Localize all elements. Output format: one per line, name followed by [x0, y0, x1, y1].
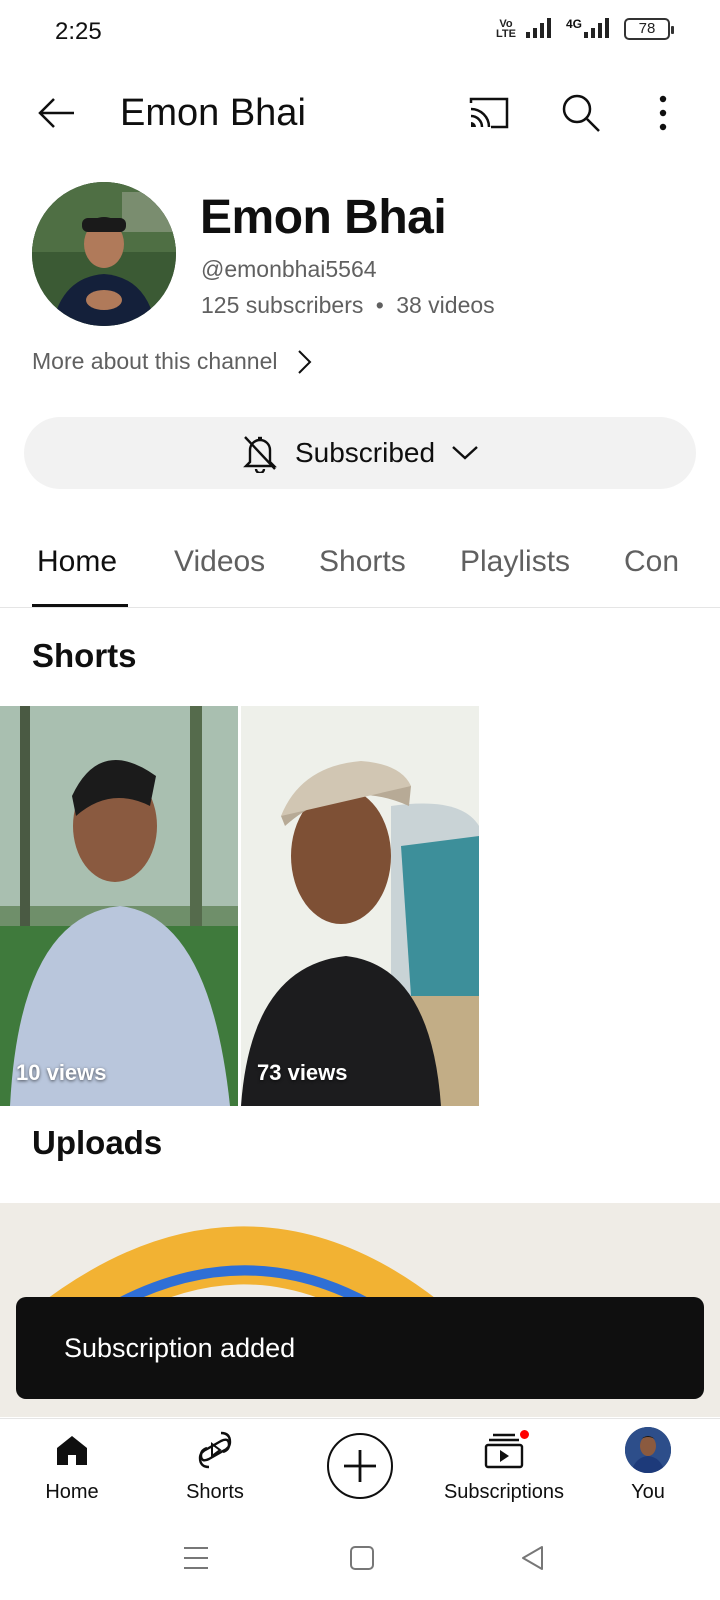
signal-4g-icon [584, 18, 609, 38]
cast-button[interactable] [466, 90, 512, 136]
short-thumbnail-2[interactable]: 73 views [241, 706, 479, 1106]
network-type-label: 4G [565, 17, 582, 31]
channel-tabs: Home Videos Shorts Playlists Con [0, 515, 720, 608]
nav-home[interactable]: Home [2, 1427, 142, 1504]
shorts-section-title: Shorts [32, 637, 137, 674]
video-count: 38 videos [396, 292, 495, 318]
subscribed-label: Subscribed [294, 437, 436, 468]
bell-off-icon [243, 436, 277, 473]
nav-home-label: Home [45, 1481, 99, 1503]
more-options-button[interactable] [640, 90, 686, 136]
snackbar-toast: Subscription added [16, 1297, 704, 1399]
more-vert-icon [659, 95, 667, 131]
bottom-navigation: Home Shorts Subscriptions You [0, 1418, 720, 1518]
nav-subscriptions-label: Subscriptions [443, 1481, 565, 1503]
nav-you-label: You [631, 1481, 665, 1503]
uploads-section-title: Uploads [32, 1124, 163, 1161]
search-icon [562, 94, 600, 132]
back-arrow-icon [38, 98, 74, 128]
channel-name: Emon Bhai [200, 191, 447, 244]
home-system-button[interactable] [342, 1538, 382, 1578]
nav-you[interactable]: You [578, 1427, 718, 1504]
triangle-back-icon [522, 1546, 543, 1570]
nav-subscriptions[interactable]: Subscriptions [434, 1427, 574, 1504]
shorts-icon [198, 1431, 232, 1469]
short-views-2: 73 views [257, 1060, 348, 1085]
square-icon [350, 1546, 374, 1570]
channel-avatar-image [32, 182, 176, 326]
short-thumbnail-2-image [241, 706, 479, 1106]
short-thumbnail-1[interactable]: 10 views [0, 706, 238, 1106]
user-avatar [625, 1427, 671, 1473]
channel-handle: @emonbhai5564 [201, 256, 377, 282]
home-filled-icon [57, 1436, 87, 1465]
back-button[interactable] [34, 90, 80, 136]
chevron-down-icon [452, 446, 478, 460]
battery-indicator: 78 [624, 18, 674, 40]
short-thumbnail-1-image [0, 706, 238, 1106]
status-time: 2:25 [55, 18, 102, 45]
subscribed-button[interactable]: Subscribed [24, 417, 696, 489]
channel-avatar[interactable] [32, 182, 176, 326]
cast-icon [469, 97, 509, 129]
toast-message: Subscription added [64, 1332, 296, 1363]
app-bar: Emon Bhai [0, 70, 720, 156]
nav-shorts[interactable]: Shorts [145, 1427, 285, 1504]
tab-community[interactable]: Con [624, 545, 679, 579]
tab-videos[interactable]: Videos [174, 545, 265, 579]
create-button[interactable] [327, 1433, 393, 1499]
search-button[interactable] [558, 90, 604, 136]
volte-indicator: Vo LTE [496, 18, 516, 40]
notification-dot [518, 1428, 531, 1441]
channel-stats: 125 subscribers • 38 videos [201, 292, 495, 319]
stats-separator: • [375, 292, 384, 318]
short-views-1: 10 views [16, 1060, 107, 1085]
app-bar-title: Emon Bhai [120, 92, 306, 134]
user-avatar-image [625, 1427, 671, 1473]
recent-apps-button[interactable] [176, 1538, 216, 1578]
more-about-channel-link[interactable]: More about this channel [32, 348, 312, 375]
system-navigation-bar [0, 1518, 720, 1600]
tab-home[interactable]: Home [37, 545, 117, 579]
back-system-button[interactable] [512, 1538, 552, 1578]
active-tab-indicator [32, 604, 128, 607]
status-bar: 2:25 Vo LTE 4G 78 [0, 0, 720, 64]
subscriber-count: 125 subscribers [201, 292, 364, 318]
more-about-label: More about this channel [32, 348, 278, 374]
plus-icon [344, 1450, 376, 1482]
signal-icon [525, 18, 551, 38]
status-icons: Vo LTE 4G 78 [496, 17, 674, 40]
menu-lines-icon [184, 1547, 208, 1569]
nav-shorts-label: Shorts [186, 1481, 244, 1503]
tab-playlists[interactable]: Playlists [460, 545, 570, 579]
tab-shorts[interactable]: Shorts [319, 545, 406, 579]
chevron-right-icon [297, 349, 311, 374]
